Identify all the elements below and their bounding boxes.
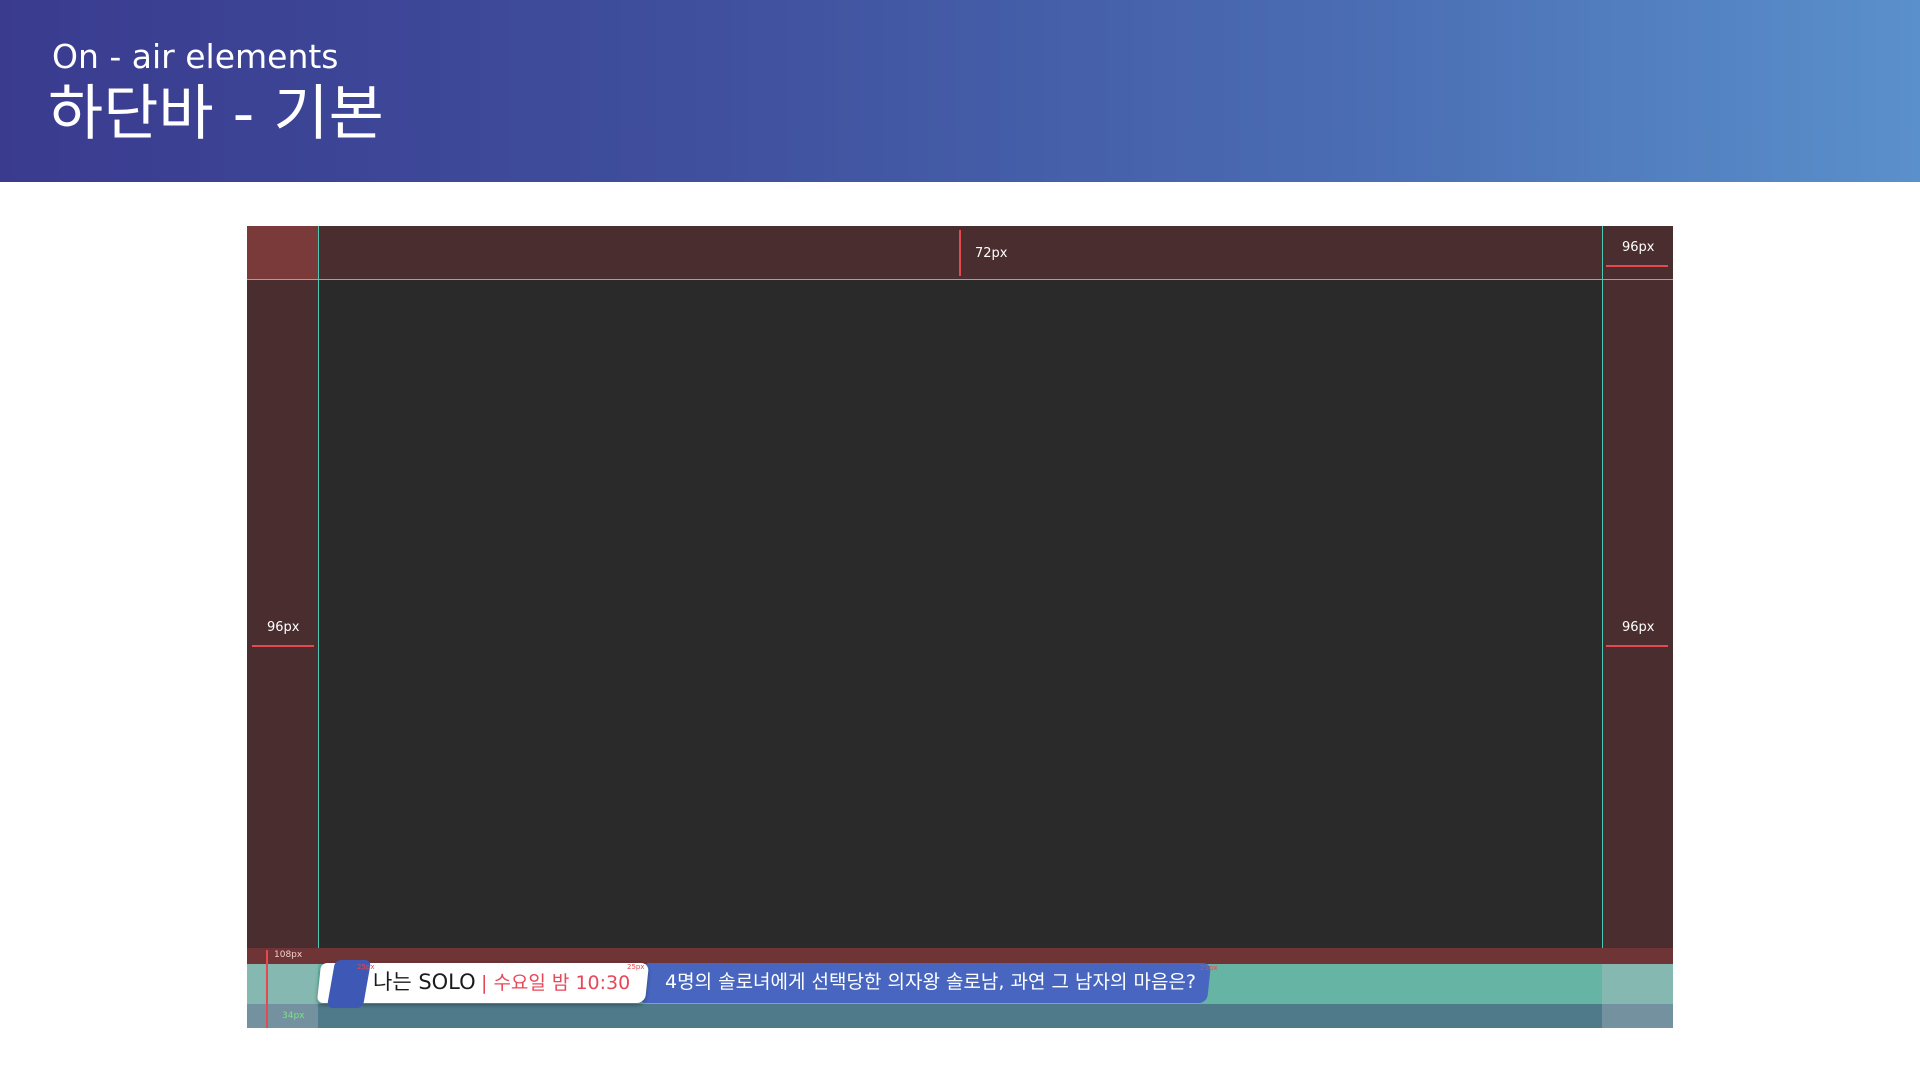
spacing-label-left: 25px xyxy=(357,963,375,971)
lower-band-bottom-strip xyxy=(247,1004,1673,1028)
lower-band-right-margin xyxy=(1602,964,1673,1028)
slide-header: On - air elements 하단바 - 기본 xyxy=(0,0,1920,182)
top-right-margin-arrow xyxy=(1606,265,1668,267)
top-guide-line xyxy=(247,279,1673,280)
left-guide-line xyxy=(318,226,319,1028)
spacing-label-middle: 25px xyxy=(627,963,645,971)
left-margin-arrow xyxy=(252,645,314,647)
airtime-text: | 수요일 밤 10:30 xyxy=(481,972,631,994)
bottom-margin-arrow xyxy=(266,950,268,1028)
lower-third-graphic: 25px 25px 25px 나는 SOLO | 수요일 밤 10:30 4명의… xyxy=(316,960,1218,1008)
right-margin-arrow xyxy=(1606,645,1668,647)
bottom-margin-label: 108px xyxy=(274,950,303,960)
spacing-label-right: 25px xyxy=(1200,964,1218,972)
slide-title: 하단바 - 기본 xyxy=(48,79,384,149)
left-margin-label: 96px xyxy=(267,620,300,635)
top-margin-arrow xyxy=(959,230,961,276)
headline-text: 4명의 솔로녀에게 선택당한 의자왕 솔로남, 과연 그 남자의 마음은? xyxy=(665,971,1197,993)
right-guide-line xyxy=(1602,226,1603,1028)
margin-corner-highlight xyxy=(247,226,318,279)
top-margin-label: 72px xyxy=(975,246,1008,261)
bottom-small-margin-label: 34px xyxy=(282,1011,305,1021)
top-right-margin-label: 96px xyxy=(1622,240,1655,255)
show-name: 나는 SOLO xyxy=(373,970,476,994)
safe-area xyxy=(318,279,1602,948)
right-margin-label: 96px xyxy=(1622,620,1655,635)
broadcast-frame-diagram: 72px 96px 96px 96px 108px 34px 25px 25px… xyxy=(247,226,1673,1028)
slide-subtitle: On - air elements xyxy=(52,37,339,76)
